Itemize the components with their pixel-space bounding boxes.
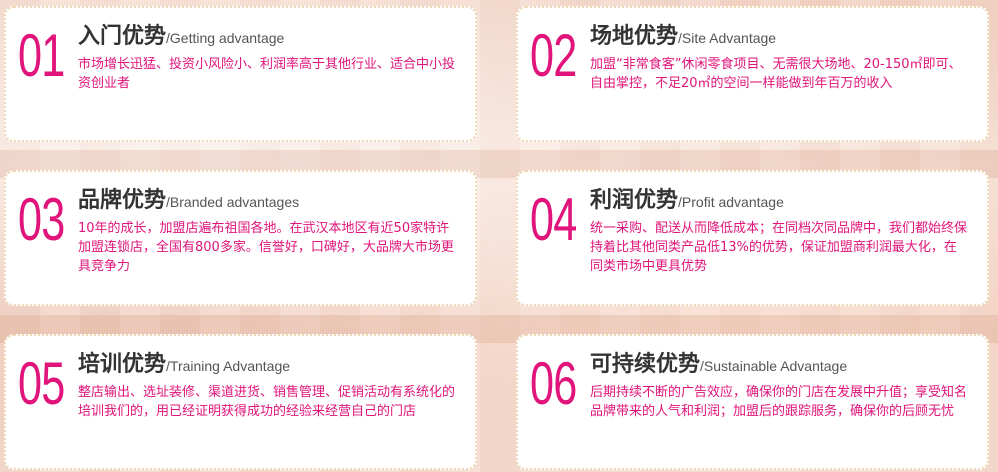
advantage-card-01: 01 入门优势/Getting advantage 市场增长迅猛、投资小风险小、… [4, 6, 477, 142]
card-heading: 利润优势/Profit advantage [590, 186, 969, 217]
card-number: 01 [18, 22, 65, 89]
card-subtitle: /Branded advantages [166, 194, 300, 210]
card-description: 整店输出、选址装修、渠道进货、销售管理、促销活动有系统化的培训我们的，用已经证明… [78, 385, 456, 419]
advantage-card-04: 04 利润优势/Profit advantage 统一采购、配送从而降低成本；在… [516, 170, 989, 306]
card-title: 可持续优势 [590, 352, 701, 377]
card-description: 市场增长迅猛、投资小风险小、利润率高于其他行业、适合中小投资创业者 [78, 57, 456, 91]
card-description: 10年的成长，加盟店遍布祖国各地。在武汉本地区有近50家特许加盟连锁店，全国有8… [78, 221, 454, 274]
card-heading: 培训优势/Training Advantage [78, 350, 457, 381]
card-title: 培训优势 [78, 352, 167, 377]
card-heading: 入门优势/Getting advantage [78, 22, 457, 53]
advantage-card-05: 05 培训优势/Training Advantage 整店输出、选址装修、渠道进… [4, 334, 477, 470]
advantage-card-02: 02 场地优势/Site Advantage 加盟“非常食客”休闲零食项目、无需… [516, 6, 989, 142]
advantage-card-06: 06 可持续优势/Sustainable Advantage 后期持续不断的广告… [516, 334, 989, 470]
card-number: 04 [530, 186, 577, 253]
card-description: 加盟“非常食客”休闲零食项目、无需很大场地、20-150㎡即可、自由掌控，不足2… [590, 57, 962, 91]
card-heading: 可持续优势/Sustainable Advantage [590, 350, 969, 381]
card-content: 利润优势/Profit advantage 统一采购、配送从而降低成本；在同档次… [582, 186, 969, 276]
card-number: 05 [18, 350, 65, 417]
card-title: 品牌优势 [78, 188, 167, 213]
card-subtitle: /Sustainable Advantage [700, 358, 848, 374]
card-content: 品牌优势/Branded advantages 10年的成长，加盟店遍布祖国各地… [70, 186, 457, 276]
card-content: 可持续优势/Sustainable Advantage 后期持续不断的广告效应，… [582, 350, 969, 421]
card-heading: 场地优势/Site Advantage [590, 22, 969, 53]
card-title: 利润优势 [590, 188, 679, 213]
card-content: 场地优势/Site Advantage 加盟“非常食客”休闲零食项目、无需很大场… [582, 22, 969, 93]
card-subtitle: /Training Advantage [166, 358, 291, 374]
card-title: 场地优势 [590, 24, 679, 49]
card-subtitle: /Profit advantage [678, 194, 784, 210]
advantage-card-03: 03 品牌优势/Branded advantages 10年的成长，加盟店遍布祖… [4, 170, 477, 306]
card-content: 入门优势/Getting advantage 市场增长迅猛、投资小风险小、利润率… [70, 22, 457, 93]
card-title: 入门优势 [78, 24, 167, 49]
card-subtitle: /Getting advantage [166, 30, 285, 46]
card-description: 后期持续不断的广告效应，确保你的门店在发展中升值；享受知名品牌带来的人气和利润；… [590, 385, 968, 419]
card-heading: 品牌优势/Branded advantages [78, 186, 457, 217]
card-subtitle: /Site Advantage [678, 30, 777, 46]
card-content: 培训优势/Training Advantage 整店输出、选址装修、渠道进货、销… [70, 350, 457, 421]
card-number: 02 [530, 22, 577, 89]
card-number: 06 [530, 350, 577, 417]
card-number: 03 [18, 186, 65, 253]
card-description: 统一采购、配送从而降低成本；在同档次同品牌中，我们都始终保持着比其他同类产品低1… [590, 221, 968, 274]
